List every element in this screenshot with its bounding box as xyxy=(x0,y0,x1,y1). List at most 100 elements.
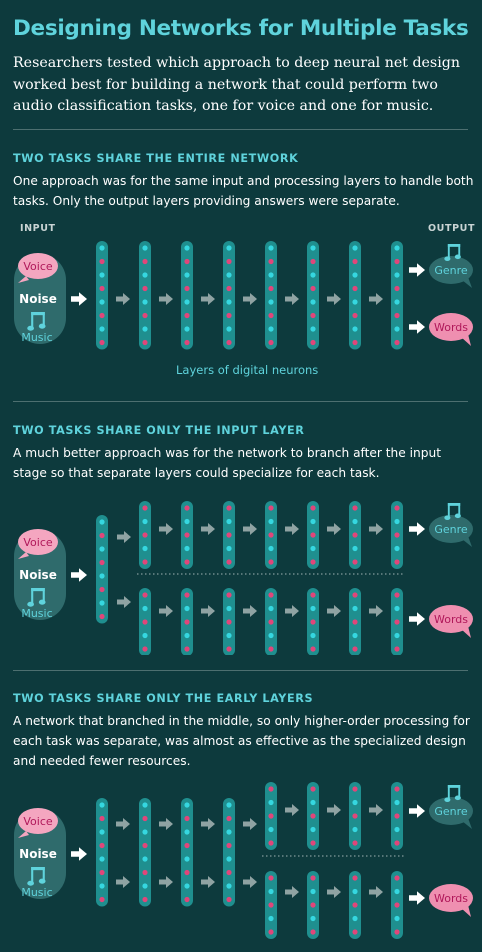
neuron-cyan xyxy=(184,632,190,639)
neuron-pink xyxy=(310,505,316,511)
neuron-pink xyxy=(142,842,148,849)
noise-label: Noise xyxy=(19,847,57,861)
arrow-right-icon xyxy=(71,847,87,861)
voice-label: Voice xyxy=(23,815,53,828)
neuron-pink xyxy=(99,815,105,822)
neuron-pink xyxy=(268,339,274,346)
neuron-pink xyxy=(142,258,148,265)
neuron-pink xyxy=(99,896,105,903)
neuron-pink xyxy=(268,285,274,292)
neuron-cyan xyxy=(352,299,358,305)
neuron-cyan xyxy=(352,518,358,525)
divider xyxy=(13,129,468,130)
neuron-pink xyxy=(184,896,190,903)
neuron-cyan xyxy=(352,326,358,332)
arrow-right-icon xyxy=(243,293,257,305)
neuron-cyan xyxy=(142,632,148,639)
arrow-right-icon xyxy=(327,886,341,898)
arrow-right-icon xyxy=(159,605,173,617)
neuron-pink xyxy=(268,875,274,881)
neuron-pink xyxy=(310,559,316,565)
neuron-cyan xyxy=(99,829,105,835)
section-2-text: A much better approach was for the netwo… xyxy=(13,446,442,480)
neuron-pink xyxy=(99,258,105,265)
neuron-pink xyxy=(184,532,190,538)
genre-label: Genre xyxy=(434,805,468,818)
neuron-cyan xyxy=(394,605,400,612)
neuron-pink xyxy=(226,842,232,849)
neuron-cyan xyxy=(99,272,105,278)
neuron-pink xyxy=(394,840,400,846)
neuron-pink xyxy=(184,312,190,319)
neuron-cyan xyxy=(99,245,105,251)
music-label: Music xyxy=(21,331,52,344)
neuron-pink xyxy=(184,619,190,625)
divider xyxy=(13,670,468,671)
neuron-cyan xyxy=(310,826,316,833)
neuron-pink xyxy=(268,532,274,538)
neuron-cyan xyxy=(352,888,358,895)
neuron-cyan xyxy=(394,326,400,332)
neuron-layer xyxy=(265,241,277,350)
neuron-cyan xyxy=(99,573,105,579)
neuron-pink xyxy=(184,815,190,822)
neuron-pink xyxy=(226,815,232,822)
neuron-pink xyxy=(394,559,400,565)
neuron-cyan xyxy=(310,799,316,806)
neuron-cyan xyxy=(310,545,316,552)
neuron-pink xyxy=(352,339,358,346)
neuron-pink xyxy=(268,312,274,319)
arrow-right-icon xyxy=(117,531,131,543)
neuron-pink xyxy=(352,786,358,792)
neuron-pink xyxy=(184,285,190,292)
neuron-cyan xyxy=(268,245,274,251)
neuron-pink xyxy=(352,532,358,538)
arrow-right-icon xyxy=(71,568,87,582)
neuron-cyan xyxy=(142,299,148,305)
neuron-cyan xyxy=(184,856,190,862)
neuron-pink xyxy=(310,929,316,935)
arrow-right-icon xyxy=(159,293,173,305)
section-3-title: TWO TASKS SHARE ONLY THE EARLY LAYERS xyxy=(13,692,314,705)
neuron-cyan xyxy=(394,915,400,922)
neuron-layer xyxy=(181,241,193,350)
neuron-pink xyxy=(268,902,274,908)
arrow-right-icon xyxy=(409,804,425,818)
neuron-layer xyxy=(96,798,108,907)
neuron-cyan xyxy=(352,545,358,552)
neuron-pink xyxy=(226,339,232,346)
neuron-cyan xyxy=(142,518,148,525)
neuron-pink xyxy=(310,875,316,881)
neuron-pink xyxy=(394,619,400,625)
neuron-cyan xyxy=(268,915,274,922)
music-label: Music xyxy=(21,886,52,899)
neuron-pink xyxy=(268,619,274,625)
arrow-right-icon xyxy=(327,605,341,617)
neuron-pink xyxy=(352,258,358,265)
divider xyxy=(13,401,468,402)
neuron-pink xyxy=(310,840,316,846)
arrow-right-icon xyxy=(369,886,383,898)
input-label: INPUT xyxy=(20,223,56,234)
neuron-pink xyxy=(268,929,274,935)
neuron-pink xyxy=(310,786,316,792)
neuron-layer xyxy=(391,241,403,350)
intro-text: Researchers tested which approach to dee… xyxy=(13,55,460,114)
neuron-cyan xyxy=(352,245,358,251)
neuron-cyan xyxy=(99,546,105,552)
neuron-pink xyxy=(352,929,358,935)
neuron-cyan xyxy=(310,888,316,895)
neuron-cyan xyxy=(226,272,232,278)
neuron-cyan xyxy=(226,518,232,525)
neuron-pink xyxy=(226,869,232,876)
neuron-pink xyxy=(142,896,148,903)
page-title: Designing Networks for Multiple Tasks xyxy=(13,16,469,41)
neuron-pink xyxy=(99,613,105,620)
noise-label: Noise xyxy=(19,568,57,582)
arrow-right-icon xyxy=(201,605,215,617)
arrow-right-icon xyxy=(159,818,173,830)
arrow-right-icon xyxy=(117,596,131,608)
neuron-cyan xyxy=(226,545,232,552)
neuron-cyan xyxy=(352,272,358,278)
neuron-pink xyxy=(268,840,274,846)
